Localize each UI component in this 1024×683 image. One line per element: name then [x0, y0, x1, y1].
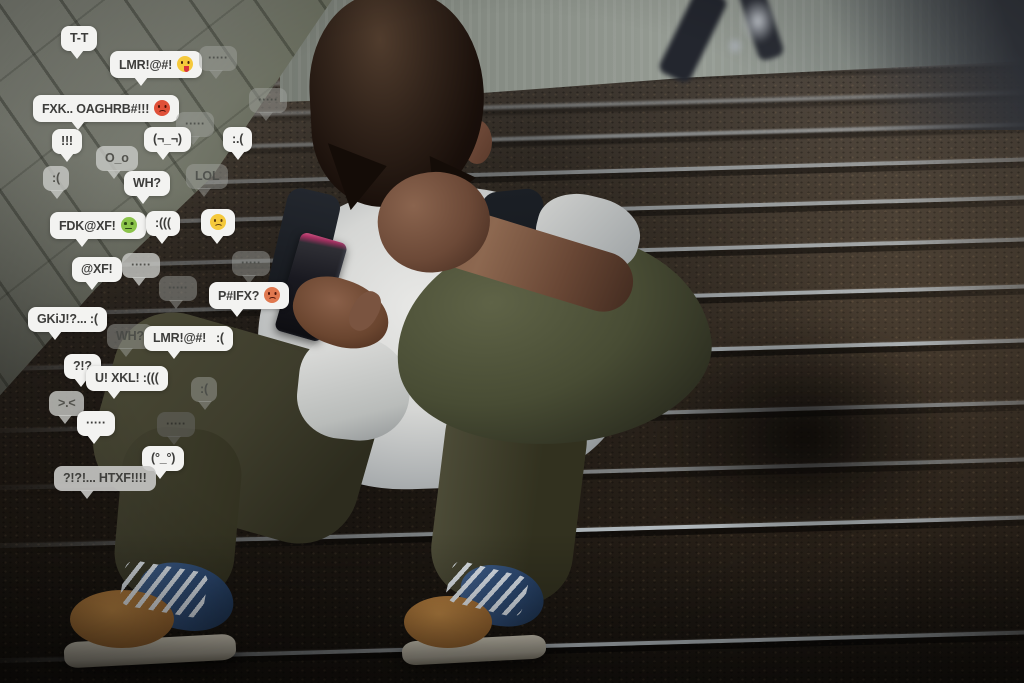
chat-bubble: LMR!@#!: [110, 51, 202, 78]
bubble-text: (°_°): [151, 451, 175, 465]
bubble-text: :.(: [232, 132, 243, 146]
bubbles-layer: T-T LMR!@#! ····· ····· FXK.. OAGHRB#!!! ····…: [0, 0, 1024, 683]
zany-emoji-icon: [177, 56, 193, 72]
chat-bubble: :(: [191, 377, 217, 402]
sad-emoji-icon: [210, 214, 226, 230]
bubble-text: ·····: [166, 417, 186, 431]
chat-bubble: GKiJ!?... :(: [28, 307, 107, 332]
chat-bubble: ·····: [199, 46, 237, 71]
bubble-text: WH?: [133, 176, 161, 190]
chat-bubble: ·····: [159, 276, 197, 301]
bubble-text: ·····: [131, 258, 151, 272]
bubble-text: :(: [200, 382, 208, 396]
chat-bubble: U! XKL! :(((: [86, 366, 168, 391]
chat-bubble: FDK@XF!: [50, 212, 146, 239]
chat-bubble: :(: [43, 166, 69, 191]
bubble-text: ?!?!... HTXF!!!!: [63, 471, 147, 485]
chat-bubble: :(((: [146, 211, 180, 236]
bubble-text: (¬_¬): [153, 132, 182, 146]
chat-bubble: ·····: [77, 411, 115, 436]
chat-bubble: ·····: [157, 412, 195, 437]
bubble-text: FDK@XF!: [59, 219, 116, 233]
chat-bubble: LMR!@#! :(: [144, 326, 233, 351]
chat-bubble: LOL: [186, 164, 228, 189]
bubble-text: WH?: [116, 329, 144, 343]
chat-bubble: O_o: [96, 146, 138, 171]
bubble-text: GKiJ!?... :(: [37, 312, 98, 326]
chat-bubble: T-T: [61, 26, 97, 51]
chat-bubble: (¬_¬): [144, 127, 191, 152]
chat-bubble: @XF!: [72, 257, 122, 282]
chat-bubble: P#IFX?: [209, 282, 289, 309]
photo-scene: T-T LMR!@#! ····· ····· FXK.. OAGHRB#!!! ····…: [0, 0, 1024, 683]
bubble-text: ·····: [208, 51, 228, 65]
chat-bubble: !!!: [52, 129, 82, 154]
bubble-text: :(: [52, 171, 60, 185]
bubble-text: ·····: [241, 256, 261, 270]
bubble-text: O_o: [105, 151, 129, 165]
bubble-text: P#IFX?: [218, 289, 259, 303]
bubble-text: @XF!: [81, 262, 113, 276]
chat-bubble: ·····: [122, 253, 160, 278]
bubble-text: ·····: [86, 416, 106, 430]
chat-bubble: ·····: [249, 88, 287, 113]
sick-emoji-icon: [121, 217, 137, 233]
bubble-text: LOL: [195, 169, 219, 183]
chat-bubble: FXK.. OAGHRB#!!!: [33, 95, 179, 122]
bubble-text: U! XKL! :(((: [95, 371, 159, 385]
bubble-text: ·····: [258, 93, 278, 107]
bubble-text: ·····: [168, 281, 188, 295]
bubble-text: !!!: [61, 134, 73, 148]
bubble-text: LMR!@#!: [119, 58, 172, 72]
bubble-text: T-T: [70, 31, 88, 45]
chat-bubble: WH?: [124, 171, 170, 196]
angry-emoji-icon: [154, 100, 170, 116]
angry2-emoji-icon: [264, 287, 280, 303]
chat-bubble: [201, 209, 235, 236]
chat-bubble: ·····: [232, 251, 270, 276]
bubble-text: >.<: [58, 396, 75, 410]
bubble-text: LMR!@#! :(: [153, 331, 224, 345]
chat-bubble: :.(: [223, 127, 252, 152]
bubble-text: :(((: [155, 216, 171, 230]
bubble-text: FXK.. OAGHRB#!!!: [42, 102, 149, 116]
chat-bubble: ?!?!... HTXF!!!!: [54, 466, 156, 491]
